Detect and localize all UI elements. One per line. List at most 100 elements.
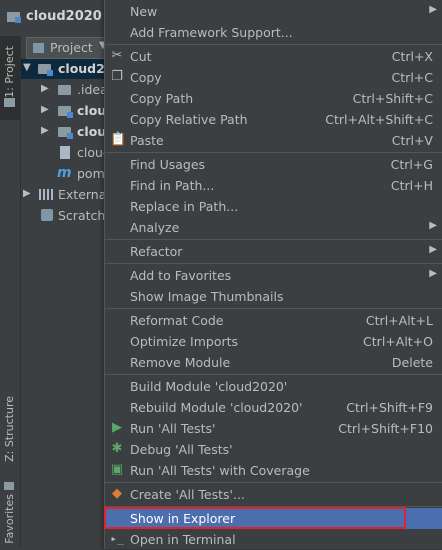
menu-separator: [105, 374, 442, 375]
menu-item-shortcut: Ctrl+V: [391, 133, 433, 148]
menu-item-label: Reformat Code: [130, 313, 224, 328]
scratches-icon: [41, 209, 53, 221]
favorites-tool-tab[interactable]: Favorites: [3, 494, 16, 544]
menu-item-label: Copy Relative Path: [130, 112, 248, 127]
menu-item-label: Run 'All Tests': [130, 421, 216, 436]
menu-item-label: Copy: [130, 70, 162, 85]
menu-item-shortcut: Ctrl+Shift+F9: [346, 400, 433, 415]
menu-item-shortcut: Delete: [391, 355, 433, 370]
menu-item-label: Run 'All Tests' with Coverage: [130, 463, 310, 478]
menu-item-label: Cut: [130, 49, 152, 64]
menu-item-shortcut: Ctrl+Alt+L: [365, 313, 433, 328]
menu-separator: [105, 152, 442, 153]
menu-item-shortcut: Ctrl+Shift+F10: [338, 421, 433, 436]
menu-item-label: Build Module 'cloud2020': [130, 379, 288, 394]
collapse-arrow-icon[interactable]: ▶: [41, 125, 49, 136]
terminal-icon: ▸_: [110, 532, 124, 545]
submenu-arrow-icon: ▶: [429, 268, 437, 279]
module-folder-icon: [58, 106, 73, 118]
menu-item-new[interactable]: New ▶: [105, 1, 442, 22]
tree-row-file[interactable]: cloud: [21, 143, 105, 163]
menu-item-label: Copy Path: [130, 91, 194, 106]
create-test-icon: ◆: [112, 486, 122, 501]
project-view-label: Project: [50, 40, 93, 55]
tree-row-pom[interactable]: m pom: [21, 164, 105, 184]
menu-item-label: Analyze: [130, 220, 180, 235]
copy-icon: ❐: [111, 69, 123, 84]
menu-item-add-to-favorites[interactable]: Add to Favorites ▶: [105, 265, 442, 286]
menu-item-label: Add Framework Support...: [130, 25, 293, 40]
debug-icon: ✱: [111, 441, 123, 456]
menu-item-copy-relative-path[interactable]: Copy Relative Path Ctrl+Alt+Shift+C: [105, 109, 442, 130]
menu-item-label: Debug 'All Tests': [130, 442, 233, 457]
maven-icon: m: [57, 165, 72, 181]
collapse-arrow-icon[interactable]: ▶: [41, 83, 49, 94]
menu-item-shortcut: Ctrl+Alt+Shift+C: [325, 112, 433, 127]
menu-item-rebuild-module[interactable]: Rebuild Module 'cloud2020' Ctrl+Shift+F9: [105, 397, 442, 418]
menu-item-build-module[interactable]: Build Module 'cloud2020': [105, 376, 442, 397]
menu-item-label: Create 'All Tests'...: [130, 487, 245, 502]
expand-arrow-icon[interactable]: ▼: [23, 62, 31, 73]
menu-item-debug-all-tests[interactable]: ✱ Debug 'All Tests': [105, 439, 442, 460]
submenu-arrow-icon: ▶: [429, 244, 437, 255]
menu-item-show-image-thumbnails[interactable]: Show Image Thumbnails: [105, 286, 442, 307]
project-view-icon: [33, 43, 44, 53]
menu-separator: [105, 482, 442, 483]
menu-item-find-in-path[interactable]: Find in Path... Ctrl+H: [105, 175, 442, 196]
menu-item-reformat-code[interactable]: Reformat Code Ctrl+Alt+L: [105, 310, 442, 331]
menu-separator: [105, 308, 442, 309]
menu-item-label: Optimize Imports: [130, 334, 239, 349]
menu-item-run-all-tests[interactable]: ▶ Run 'All Tests' Ctrl+Shift+F10: [105, 418, 442, 439]
tree-row-module[interactable]: ▶ cloud: [21, 101, 105, 121]
menu-item-cut[interactable]: ✂ Cut Ctrl+X: [105, 46, 442, 67]
menu-item-copy[interactable]: ❐ Copy Ctrl+C: [105, 67, 442, 88]
menu-item-label: Find in Path...: [130, 178, 215, 193]
window-title: cloud2020: [26, 9, 102, 24]
project-view-selector[interactable]: Project ▼: [26, 37, 105, 59]
tree-row-idea[interactable]: ▶ .idea: [21, 80, 105, 100]
tree-item-label: Scratche: [58, 208, 105, 223]
menu-item-analyze[interactable]: Analyze ▶: [105, 217, 442, 238]
collapse-arrow-icon[interactable]: ▶: [23, 188, 31, 199]
menu-item-label: Add to Favorites: [130, 268, 232, 283]
tree-row-root[interactable]: ▼ cloud20: [21, 59, 105, 79]
menu-item-shortcut: Ctrl+X: [391, 49, 433, 64]
tree-item-label: .idea: [77, 82, 105, 97]
tree-item-label: cloud: [77, 124, 105, 139]
tree-row-scratches[interactable]: Scratche: [21, 206, 105, 226]
menu-item-optimize-imports[interactable]: Optimize Imports Ctrl+Alt+O: [105, 331, 442, 352]
structure-tool-tab[interactable]: Z: Structure: [3, 396, 16, 462]
menu-separator: [105, 44, 442, 45]
menu-item-refactor[interactable]: Refactor ▶: [105, 241, 442, 262]
folder-icon: [58, 85, 71, 95]
tree-item-label: cloud20: [58, 61, 105, 76]
menu-item-copy-path[interactable]: Copy Path Ctrl+Shift+C: [105, 88, 442, 109]
tree-row-external-libraries[interactable]: ▶ External: [21, 185, 105, 205]
menu-separator: [105, 263, 442, 264]
menu-item-add-framework-support[interactable]: Add Framework Support...: [105, 22, 442, 43]
menu-item-shortcut: Ctrl+Alt+O: [363, 334, 433, 349]
menu-item-paste[interactable]: 📋 Paste Ctrl+V: [105, 130, 442, 151]
menu-separator: [105, 239, 442, 240]
menu-item-remove-module[interactable]: Remove Module Delete: [105, 352, 442, 373]
menu-item-label: Remove Module: [130, 355, 231, 370]
project-tool-tab[interactable]: 1: Project: [0, 36, 20, 120]
tree-row-module[interactable]: ▶ cloud: [21, 122, 105, 142]
module-folder-icon: [58, 127, 73, 139]
tree-item-label: cloud: [77, 145, 105, 160]
collapse-arrow-icon[interactable]: ▶: [41, 104, 49, 115]
menu-item-create-all-tests[interactable]: ◆ Create 'All Tests'...: [105, 484, 442, 505]
selection-outline: [104, 507, 406, 529]
submenu-arrow-icon: ▶: [429, 4, 437, 15]
menu-item-label: Replace in Path...: [130, 199, 239, 214]
menu-item-replace-in-path[interactable]: Replace in Path...: [105, 196, 442, 217]
coverage-icon: ▣: [110, 462, 124, 477]
project-folder-icon: [7, 12, 21, 23]
menu-item-find-usages[interactable]: Find Usages Ctrl+G: [105, 154, 442, 175]
menu-item-open-in-terminal[interactable]: ▸_ Open in Terminal: [105, 529, 442, 550]
submenu-arrow-icon: ▶: [429, 220, 437, 231]
menu-item-shortcut: Ctrl+C: [391, 70, 433, 85]
menu-item-label: Refactor: [130, 244, 183, 259]
menu-item-run-with-coverage[interactable]: ▣ Run 'All Tests' with Coverage: [105, 460, 442, 481]
menu-item-shortcut: Ctrl+G: [390, 157, 433, 172]
